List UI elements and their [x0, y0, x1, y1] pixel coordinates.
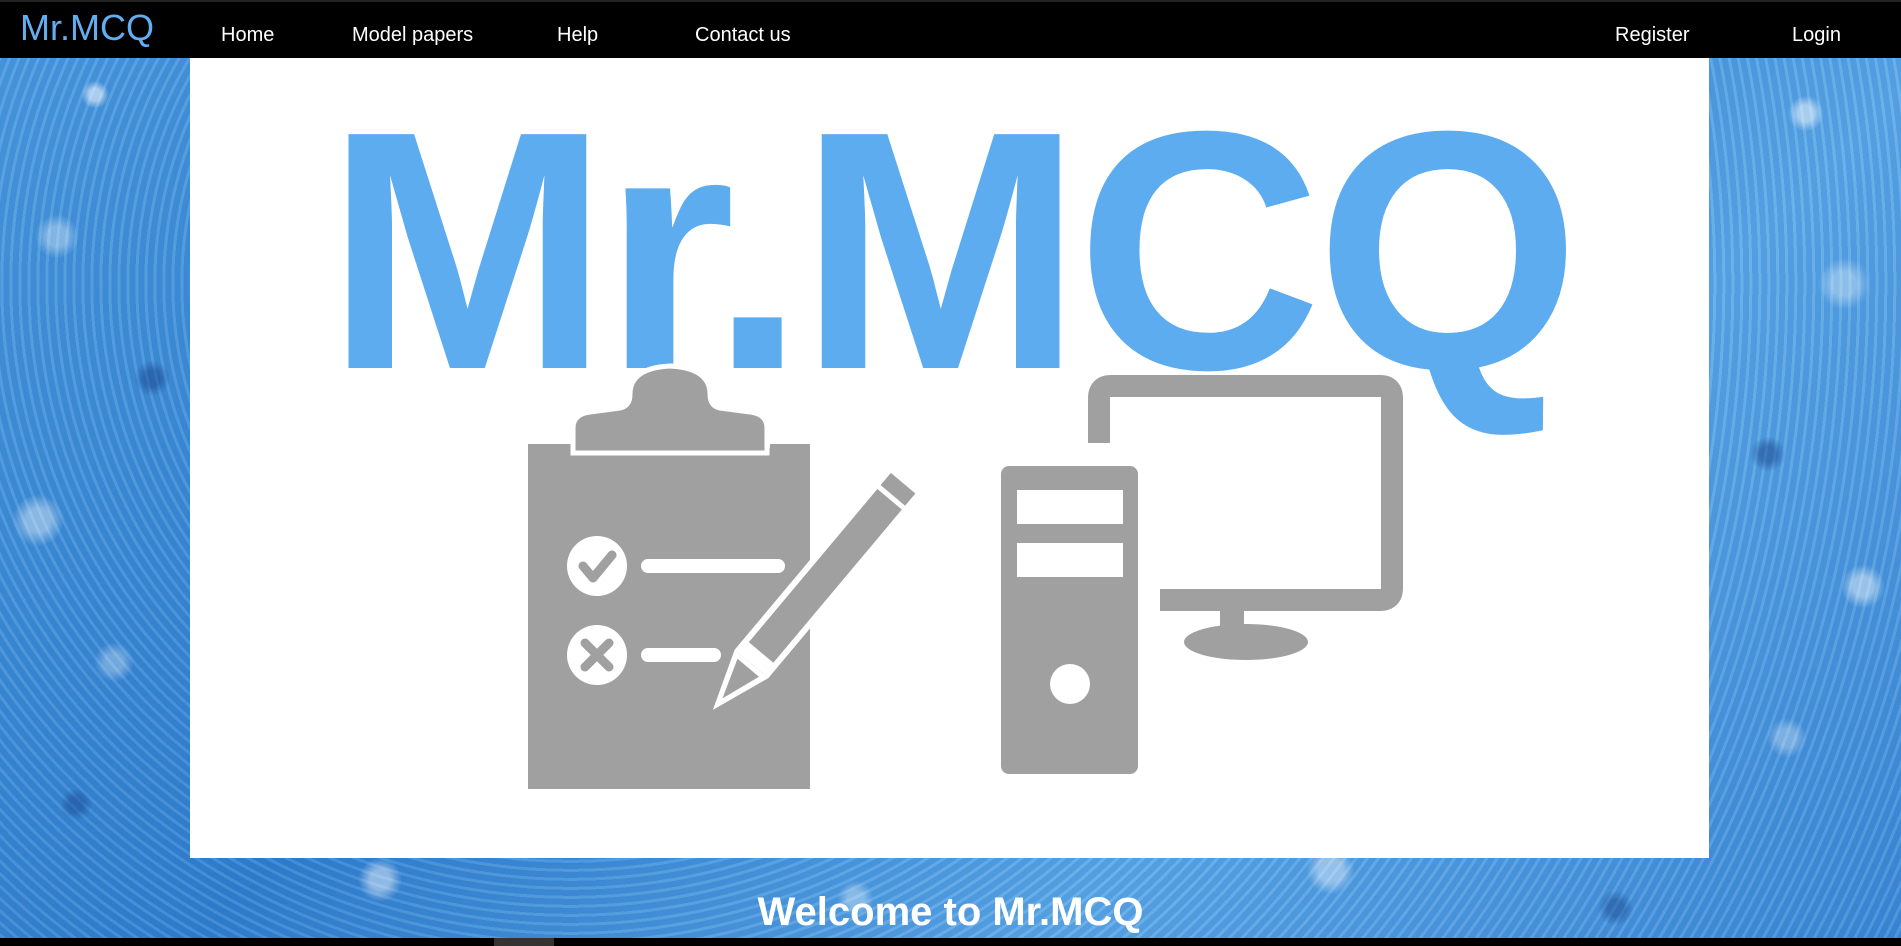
bottom-bar-tab[interactable]	[494, 938, 554, 946]
nav-contact-us-link[interactable]: Contact us	[695, 23, 791, 47]
nav-register-link[interactable]: Register	[1615, 23, 1689, 47]
welcome-heading: Welcome to Mr.MCQ	[757, 890, 1144, 934]
nav-login-link[interactable]: Login	[1792, 23, 1841, 47]
nav-help-link[interactable]: Help	[557, 23, 598, 47]
desktop-computer-icon	[1001, 375, 1403, 774]
top-navbar: Mr.MCQ Home Model papers Help Contact us…	[0, 0, 1901, 58]
hero-logo-banner: Mr.MCQ	[190, 58, 1709, 858]
nav-home-link[interactable]: Home	[221, 23, 274, 47]
bottom-bar	[0, 938, 1901, 946]
nav-model-papers-link[interactable]: Model papers	[352, 23, 473, 47]
brand-logo-link[interactable]: Mr.MCQ	[20, 8, 154, 48]
hero-logo-image: Mr.MCQ	[326, 61, 1580, 789]
